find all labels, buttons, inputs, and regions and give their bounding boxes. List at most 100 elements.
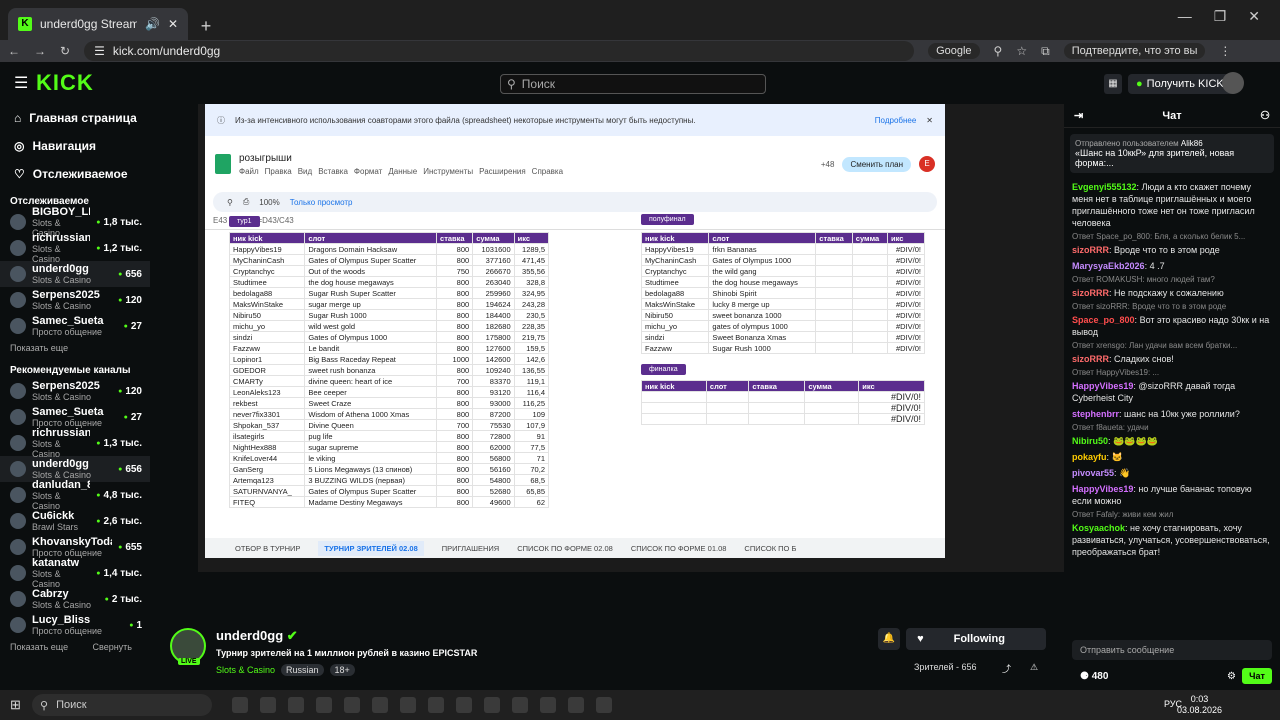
table-cell[interactable]: 219,75 [513,331,550,343]
table-cell[interactable] [815,342,853,354]
follow-button[interactable]: ♥ Following [906,628,1046,650]
store-icon[interactable]: ▦ [1104,74,1122,94]
table-cell[interactable]: 800 [436,320,474,332]
table-cell[interactable]: 87200 [472,408,515,420]
print-icon[interactable]: ⎙ [243,197,249,207]
table-cell[interactable]: 800 [436,276,474,288]
verify-button[interactable]: Подтвердите, что это вы [1063,43,1206,59]
app-icon[interactable] [456,697,472,713]
table-cell[interactable]: Out of the woods [304,265,438,277]
chat-message[interactable]: Kosyaachok: не хочу стагнировать, хочу р… [1064,520,1280,560]
url-field[interactable]: ☰ kick.com/underd0gg [84,41,915,61]
table-cell[interactable]: 750 [436,265,474,277]
app-icon[interactable] [568,697,584,713]
sidebar-channel[interactable]: Samec_SuetaПросто общение 27 [0,313,150,339]
report-icon[interactable]: ⚠ [1030,662,1038,673]
table-cell[interactable]: CMARTy [228,375,306,387]
sheet-title[interactable]: розыгрыши [239,153,563,164]
table-cell[interactable] [851,276,888,288]
table-cell[interactable]: 800 [436,430,474,442]
table-cell[interactable]: #DIV/0! [858,413,925,425]
table-cell[interactable]: 56160 [472,463,515,475]
table-cell[interactable]: 800 [436,386,474,398]
pinned-message[interactable]: Отправлено пользователем Alik86 «Шанс на… [1070,134,1274,173]
stream-category[interactable]: Slots & Casino [216,665,275,675]
table-cell[interactable]: Shpokan_537 [228,419,306,431]
chat-message[interactable]: HappyVibes19: но лучше бананас топовую е… [1064,481,1280,509]
search-menus-icon[interactable]: ⚲ [227,198,233,207]
sidebar-channel[interactable]: CabrzySlots & Casino 2 тыс. [0,586,150,612]
table-cell[interactable]: Sugar Rush Super Scatter [304,287,438,299]
view-only-badge[interactable]: Только просмотр [290,198,353,207]
media-icon[interactable] [288,697,304,713]
table-cell[interactable]: 75530 [472,419,515,431]
table-cell[interactable]: 1031600 [472,243,515,255]
table-cell[interactable]: 119,1 [513,375,550,387]
table-cell[interactable]: 182680 [472,320,515,332]
table-cell[interactable] [641,413,707,425]
table-cell[interactable]: 107,9 [513,419,550,431]
sheet-tab[interactable]: ПРИГЛАШЕНИЯ [442,544,499,553]
table-cell[interactable]: MyChaninCash [228,254,306,266]
table-cell[interactable]: frkn Bananas [708,243,817,255]
chat-input[interactable]: Отправить сообщение [1072,640,1272,660]
table-cell[interactable]: 700 [436,419,474,431]
table-cell[interactable]: Shinobi Spirit [708,287,817,299]
table-cell[interactable]: Madame Destiny Megaways [304,496,438,508]
maximize-icon[interactable]: ❐ [1214,8,1227,25]
table-cell[interactable] [851,265,888,277]
table-cell[interactable]: 77,5 [513,441,550,453]
table-cell[interactable]: 800 [436,342,474,354]
table-cell[interactable] [815,254,853,266]
table-cell[interactable]: Sweet Craze [304,397,438,409]
table-cell[interactable]: 142600 [472,353,515,365]
table-cell[interactable]: 800 [436,309,474,321]
table-cell[interactable]: #DIV/0! [886,254,926,266]
table-cell[interactable]: the dog house megaways [304,276,438,288]
table-cell[interactable]: Gates of Olympus 1000 [304,331,438,343]
table-cell[interactable]: 800 [436,441,474,453]
sheet-menu-item[interactable]: Справка [532,167,563,176]
table-cell[interactable]: 68,5 [513,474,550,486]
tag-language[interactable]: Russian [281,664,324,676]
reply-context[interactable]: Ответ Fafaly: живи кем жил [1064,509,1280,520]
table-cell[interactable]: pug life [304,430,438,442]
reload-icon[interactable]: ↻ [60,44,70,58]
reply-context[interactable]: Ответ Space_po_800: Бля, а сколько белик… [1064,231,1280,242]
forward-icon[interactable]: → [34,44,46,58]
app-icon[interactable] [344,697,360,713]
table-cell[interactable] [851,254,888,266]
table-cell[interactable]: 70,2 [513,463,550,475]
table-cell[interactable]: 800 [436,331,474,343]
table-cell[interactable]: GanSerg [228,463,306,475]
chat-message[interactable]: Space_po_800: Вот это красиво надо 30кк … [1064,312,1280,340]
sheet-grid[interactable]: тур1 ник kick слот ставка сумма икс HappyVibe… [205,208,945,638]
table-cell[interactable]: 93000 [472,397,515,409]
table-cell[interactable]: 800 [436,452,474,464]
chat-username[interactable]: pivovar55 [1072,468,1114,478]
table-cell[interactable]: 228,35 [513,320,550,332]
table-cell[interactable]: 243,28 [513,298,550,310]
table-cell[interactable] [748,402,806,414]
table-cell[interactable]: 184400 [472,309,515,321]
table-cell[interactable] [815,243,853,255]
table-cell[interactable]: GDEDOR [228,364,306,376]
table-cell[interactable]: 5 Lions Megaways (13 спинов) [304,463,438,475]
table-cell[interactable] [815,287,853,299]
table-cell[interactable]: 324,95 [513,287,550,299]
edge-icon[interactable] [372,697,388,713]
table-cell[interactable]: Gates of Olympus Super Scatter [304,254,438,266]
table-cell[interactable]: MaksWinStake [228,298,306,310]
table-cell[interactable]: 230,5 [513,309,550,321]
table-cell[interactable] [851,298,888,310]
table-cell[interactable]: sweet bonanza 1000 [708,309,817,321]
chat-message[interactable]: MarysyaEkb2026: 4 .7 [1064,258,1280,274]
table-cell[interactable]: michu_yo [640,320,710,332]
tag-age[interactable]: 18+ [329,664,355,676]
table-cell[interactable] [705,402,750,414]
sheet-tab[interactable]: СПИСОК ПО Б [744,544,796,553]
sidebar-channel[interactable]: richrussiankidsSlots & Casino 1,3 тыс. [0,427,150,459]
table-cell[interactable]: #DIV/0! [858,391,925,403]
banner-close-icon[interactable]: ✕ [926,116,933,125]
table-cell[interactable]: #DIV/0! [886,243,926,255]
